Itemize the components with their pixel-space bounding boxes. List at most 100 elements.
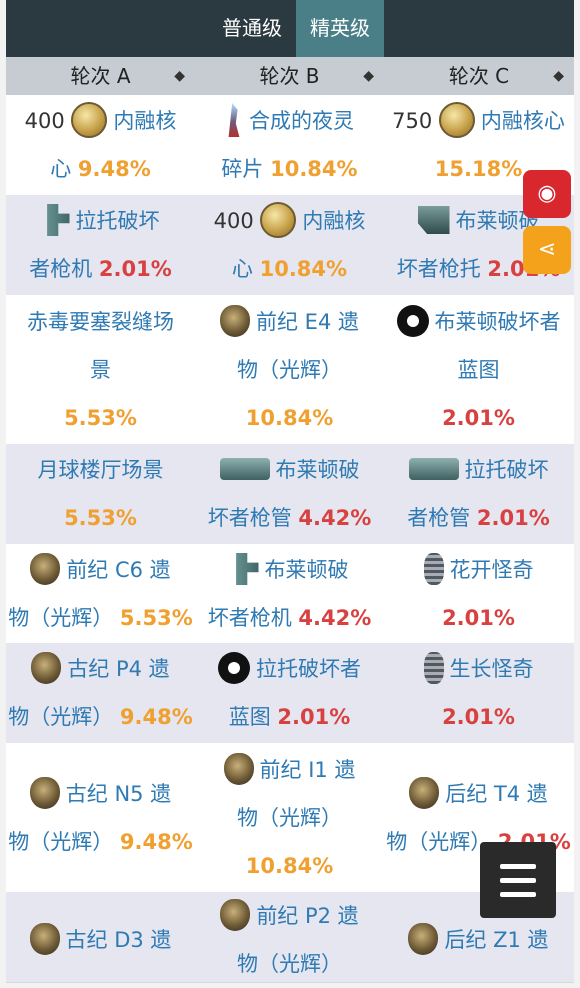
barrel-icon: [408, 458, 459, 480]
table-cell: 前纪 I1 遗物（光辉） 10.84%: [195, 743, 384, 892]
item-link[interactable]: 前纪 E4 遗: [256, 310, 359, 334]
blueprint-icon: [218, 652, 250, 684]
item-link[interactable]: 后纪 Z1 遗: [444, 928, 548, 952]
relic-icon: [29, 923, 60, 955]
receiver-icon: [47, 204, 70, 236]
item-link[interactable]: 布莱顿破: [276, 458, 360, 482]
item-link[interactable]: 内融核心: [481, 109, 565, 133]
item-link[interactable]: 内融核: [302, 209, 365, 233]
item-link[interactable]: 坏者枪托: [397, 257, 488, 281]
item-link[interactable]: 景: [6, 346, 195, 394]
item-drop-rate: 碎片 10.84%: [195, 145, 384, 193]
item-link[interactable]: 月球楼厅场景: [38, 458, 164, 482]
item-link[interactable]: 坏者枪机: [208, 606, 299, 630]
item-link[interactable]: 物（光辉）: [195, 940, 384, 988]
item-link[interactable]: 拉托破坏: [76, 209, 160, 233]
item-link[interactable]: 坏者枪管: [208, 506, 299, 530]
item-name: 布莱顿破: [195, 546, 384, 594]
item-link[interactable]: 合成的夜灵: [249, 109, 354, 133]
share-button[interactable]: ⋖: [523, 226, 571, 274]
item-link[interactable]: 物（光辉）: [195, 794, 384, 842]
item-drop-rate: 物（光辉） 9.48%: [6, 818, 195, 866]
item-link[interactable]: 物（光辉）: [8, 705, 120, 729]
core-icon: [438, 102, 475, 138]
item-link[interactable]: 拉托破坏: [465, 458, 549, 482]
column-header-c[interactable]: 轮次 C ◆: [384, 57, 574, 95]
item-link[interactable]: 物（光辉）: [8, 606, 120, 630]
item-drop-rate: 2.01%: [384, 394, 573, 442]
tab-elite[interactable]: 精英级: [296, 0, 384, 57]
item-drop-rate: 者枪管 2.01%: [384, 494, 573, 542]
relic-icon: [31, 652, 62, 684]
item-name: 赤毒要塞裂缝场: [6, 298, 195, 346]
drop-chance: 10.84%: [270, 157, 358, 181]
item-link[interactable]: 物（光辉）: [195, 346, 384, 394]
drop-chance: 2.01%: [277, 705, 351, 729]
tab-normal[interactable]: 普通级: [208, 0, 296, 57]
item-drop-rate: 物（光辉） 5.53%: [6, 594, 195, 642]
table-cell: 布莱顿破坏者蓝图 2.01%: [384, 295, 573, 444]
relic-icon: [30, 553, 61, 585]
item-link[interactable]: 布莱顿破坏者: [435, 310, 561, 334]
item-name: 400 内融核: [6, 97, 195, 145]
blueprint-icon: [396, 305, 429, 337]
relic-icon: [220, 899, 251, 931]
item-link[interactable]: 蓝图: [384, 346, 573, 394]
item-link[interactable]: 者枪管: [407, 506, 477, 530]
item-drop-rate: 10.84%: [195, 842, 384, 890]
item-link[interactable]: 碎片: [221, 157, 270, 181]
table-row: 赤毒要塞裂缝场景 5.53% 前纪 E4 遗物（光辉） 10.84% 布莱顿破坏者 蓝图 2…: [6, 295, 574, 445]
item-link[interactable]: 心: [50, 157, 78, 181]
column-header-b[interactable]: 轮次 B ◆: [195, 57, 384, 95]
drop-chance: 4.42%: [298, 606, 372, 630]
item-link[interactable]: 布莱顿破: [265, 558, 349, 582]
item-name: 古纪 D3 遗: [6, 916, 195, 964]
item-name: 合成的夜灵: [195, 97, 384, 145]
item-link[interactable]: 古纪 P4 遗: [67, 657, 169, 681]
item-drop-rate: 心 9.48%: [6, 145, 195, 193]
item-link[interactable]: 者枪机: [29, 257, 99, 281]
item-name: 古纪 N5 遗: [6, 770, 195, 818]
item-link[interactable]: 古纪 N5 遗: [66, 782, 171, 806]
barrel-icon: [219, 458, 270, 480]
item-link[interactable]: 前纪 P2 遗: [256, 904, 358, 928]
item-link[interactable]: 前纪 C6 遗: [66, 558, 170, 582]
sort-icon[interactable]: ◆: [174, 57, 185, 95]
item-name: 古纪 P4 遗: [6, 645, 195, 693]
relic-icon: [408, 923, 439, 955]
item-drop-rate: 2.01%: [384, 594, 573, 642]
relic-icon: [220, 305, 250, 337]
table-row: 前纪 C6 遗物（光辉） 5.53% 布莱顿破坏者枪机 4.42% 花开怪奇 2.01…: [6, 544, 574, 644]
item-link[interactable]: 物（光辉）: [8, 830, 120, 854]
item-drop-rate: 5.53%: [6, 494, 195, 542]
item-name: 拉托破坏者: [195, 645, 384, 693]
item-link[interactable]: 生长怪奇: [450, 657, 534, 681]
item-name: 月球楼厅场景: [6, 446, 195, 494]
menu-button[interactable]: [480, 842, 556, 918]
core-icon: [260, 202, 297, 238]
relic-icon: [409, 777, 440, 809]
sort-icon[interactable]: ◆: [553, 57, 564, 95]
menu-icon: [500, 864, 536, 869]
item-quantity: 400: [213, 209, 261, 233]
item-link[interactable]: 拉托破坏者: [256, 657, 361, 681]
table-header: 轮次 A ◆ 轮次 B ◆ 轮次 C ◆: [6, 57, 574, 96]
item-link[interactable]: 后纪 T4 遗: [445, 782, 548, 806]
item-name: 前纪 E4 遗: [195, 298, 384, 346]
item-drop-rate: 5.53%: [6, 394, 195, 442]
sort-icon[interactable]: ◆: [363, 57, 374, 95]
drop-chance: 15.18%: [434, 157, 523, 181]
item-link[interactable]: 赤毒要塞裂缝场: [27, 310, 174, 334]
weibo-share-button[interactable]: ◉: [523, 170, 571, 218]
item-drop-rate: 物（光辉） 9.48%: [6, 693, 195, 741]
stock-icon: [417, 206, 450, 234]
item-link[interactable]: 花开怪奇: [450, 558, 534, 582]
item-link[interactable]: 前纪 I1 遗: [260, 758, 356, 782]
table-cell: 400 内融核心 10.84%: [195, 195, 384, 295]
item-link[interactable]: 蓝图: [229, 705, 278, 729]
item-link[interactable]: 心: [232, 257, 260, 281]
drop-chance: 2.01%: [442, 606, 515, 630]
item-link[interactable]: 内融核: [113, 109, 176, 133]
item-link[interactable]: 古纪 D3 遗: [66, 928, 172, 952]
column-header-a[interactable]: 轮次 A ◆: [6, 57, 195, 95]
